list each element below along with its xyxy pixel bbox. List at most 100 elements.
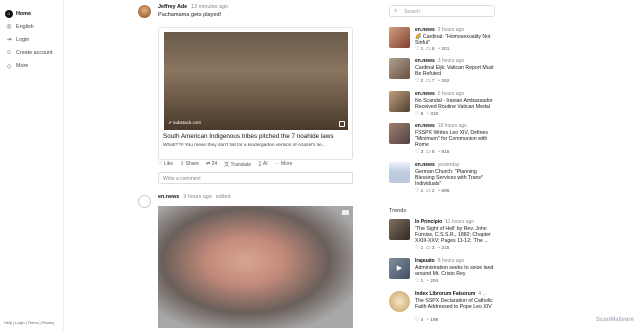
news-thumbnail [389,162,410,183]
trend-thumbnail [389,219,410,240]
trend-time: 8 hours ago [437,258,465,264]
news-time: 2 hours ago [437,27,465,33]
share-label: Share [185,161,199,167]
comments-count: 6 [431,47,435,52]
post-time[interactable]: 13 minutes ago [191,4,228,10]
news-time: 3 hours ago [437,58,465,64]
trend-title[interactable]: Administration seeks to seize land aroun… [415,265,497,278]
news-title[interactable]: FSSPX Writes Leo XIV, Defines "Minimum" … [415,130,497,149]
nav-language-label: English [16,23,34,30]
views-count: 215 [441,246,450,251]
views-count: 319 [430,112,439,117]
translate-button[interactable]: 文 Translate [224,161,251,168]
news-item[interactable]: en.news 18 hours ago FSSPX Writes Leo XIV… [389,123,499,159]
comments-count: 3 [431,246,435,251]
post-author[interactable]: en.news [158,194,179,200]
left-sidebar: ⌂ Home ◎ English ⇥ Login ☺ Create accoun… [0,0,64,331]
post-time[interactable]: 3 hours ago [183,194,211,200]
repost-count: 24 [211,161,218,167]
globe-icon: ◎ [6,24,12,31]
news-stats: ♡ 1 ▭ 6 ◔ 201 [415,47,450,52]
news-title[interactable]: 🌈 Cardinal: "Homosexuality Not Sinful" [415,34,497,47]
trend-time: 4 ... [478,291,487,297]
search-input[interactable]: ⌕ Search [389,5,495,17]
news-item[interactable]: en.news 5 hours ago No Scandal - Iranian … [389,91,499,121]
trend-meta: Index Librorum Falsorum 4 ... [415,291,487,297]
news-item[interactable]: en.news yesterday German Church: "Plannin… [389,162,499,198]
comments-count: 2 [431,189,435,194]
more-button[interactable]: ⋯ More [275,161,293,168]
like-button[interactable]: ♡ Like [158,161,173,168]
trend-source[interactable]: Irapuato [415,258,435,264]
footer-links[interactable]: Help | Login | Terms | Privacy [4,320,54,325]
news-source[interactable]: en.news [415,123,435,129]
share-button[interactable]: ⇪ Share [180,161,199,168]
nav-home[interactable]: ⌂ Home [5,7,58,20]
avatar[interactable] [138,195,151,208]
post-author[interactable]: Jeffrey Ade [158,4,187,10]
link-preview-image: ⇗ substack.com [164,32,348,130]
more-label: More [281,161,293,167]
views-count: 201 [441,47,450,52]
trend-time: 11 hours ago [445,219,475,225]
news-item[interactable]: en.news 3 hours ago Cardinal Eijk: Vatica… [389,58,499,88]
link-title[interactable]: South American Indigenous tribes pitched… [163,133,348,140]
avatar[interactable] [138,5,151,18]
like-label: Like [163,161,174,167]
login-icon: ⇥ [6,37,12,44]
likes-count: 1 [420,279,424,284]
nav-login-label: Login [16,36,30,43]
news-stats: ♡ 6 ◔ 319 [415,112,439,117]
search-placeholder: Search [404,9,420,15]
trend-title[interactable]: The SSPX Declaration of Catholic Faith A… [415,298,497,311]
post: Jeffrey Ade 13 minutes ago Pachamama gets… [138,4,356,190]
news-source[interactable]: en.news [415,91,435,97]
news-meta: en.news 3 hours ago [415,58,464,64]
trend-item[interactable]: Index Librorum Falsorum 4 ... The SSPX De… [389,291,499,327]
ai-button[interactable]: ∑ AI [258,161,267,168]
trend-meta: In Principio 11 hours ago [415,219,474,225]
news-source[interactable]: en.news [415,162,435,168]
news-title[interactable]: Cardinal Eijk: Vatican Report Must Be Re… [415,65,497,78]
expand-icon[interactable] [342,210,349,215]
repost-button[interactable]: ⇄ 24 [206,161,217,168]
trends-heading: Trends [389,208,407,214]
person-add-icon: ☺ [5,50,13,57]
trend-item[interactable]: In Principio 11 hours ago 'The Sight of H… [389,219,499,255]
comments-count: 7 [431,79,435,84]
post-actions: ♡ Like ⇪ Share ⇄ 24 文 Translate ∑ AI ⋯ M… [158,161,292,168]
translate-label: Translate [230,162,252,168]
news-thumbnail [389,58,410,79]
trend-item[interactable]: ▶ Irapuato 8 hours ago Administration see… [389,258,499,288]
nav-language[interactable]: ◎ English [5,20,58,33]
link-description: What!??!! You mean they don't fall for a… [163,143,326,148]
search-icon: ⌕ [394,8,398,14]
ai-label: AI [262,161,268,167]
likes-count: 2 [420,79,424,84]
expand-icon[interactable] [339,121,345,127]
news-source[interactable]: en.news [415,27,435,33]
news-item[interactable]: en.news 2 hours ago 🌈 Cardinal: "Homosexu… [389,27,499,54]
comment-input[interactable]: Write a comment [158,172,353,184]
likes-count: 3 [420,150,424,155]
nav-login[interactable]: ⇥ Login [5,33,58,46]
news-source[interactable]: en.news [415,58,435,64]
nav-create-account[interactable]: ☺ Create account [5,47,58,60]
views-count: 696 [441,189,450,194]
trend-thumbnail [389,291,410,312]
trend-source[interactable]: In Principio [415,219,442,225]
trend-stats: ♡ 1 ◔ 204 [415,279,439,284]
watermark: ScanMalware [595,317,634,323]
post-image[interactable] [158,206,353,328]
likes-count: 4 [420,318,424,323]
trend-title[interactable]: 'The Sight of Hell' by Rev. John Furniss… [415,226,497,245]
news-stats: ♡ 1 ▭ 2 ◔ 696 [415,189,450,194]
views-count: 198 [430,318,439,323]
link-preview-card[interactable]: ⇗ substack.com [158,27,353,160]
news-title[interactable]: German Church: "Planning Blessing Servic… [415,169,497,188]
nav-more[interactable]: ◇ More [5,60,58,73]
news-meta: en.news 5 hours ago [415,91,464,97]
news-title[interactable]: No Scandal - Iranian Ambassador Received… [415,98,497,111]
news-stats: ♡ 3 ▭ 8 ◔ 915 [415,150,450,155]
trend-source[interactable]: Index Librorum Falsorum [415,291,475,297]
